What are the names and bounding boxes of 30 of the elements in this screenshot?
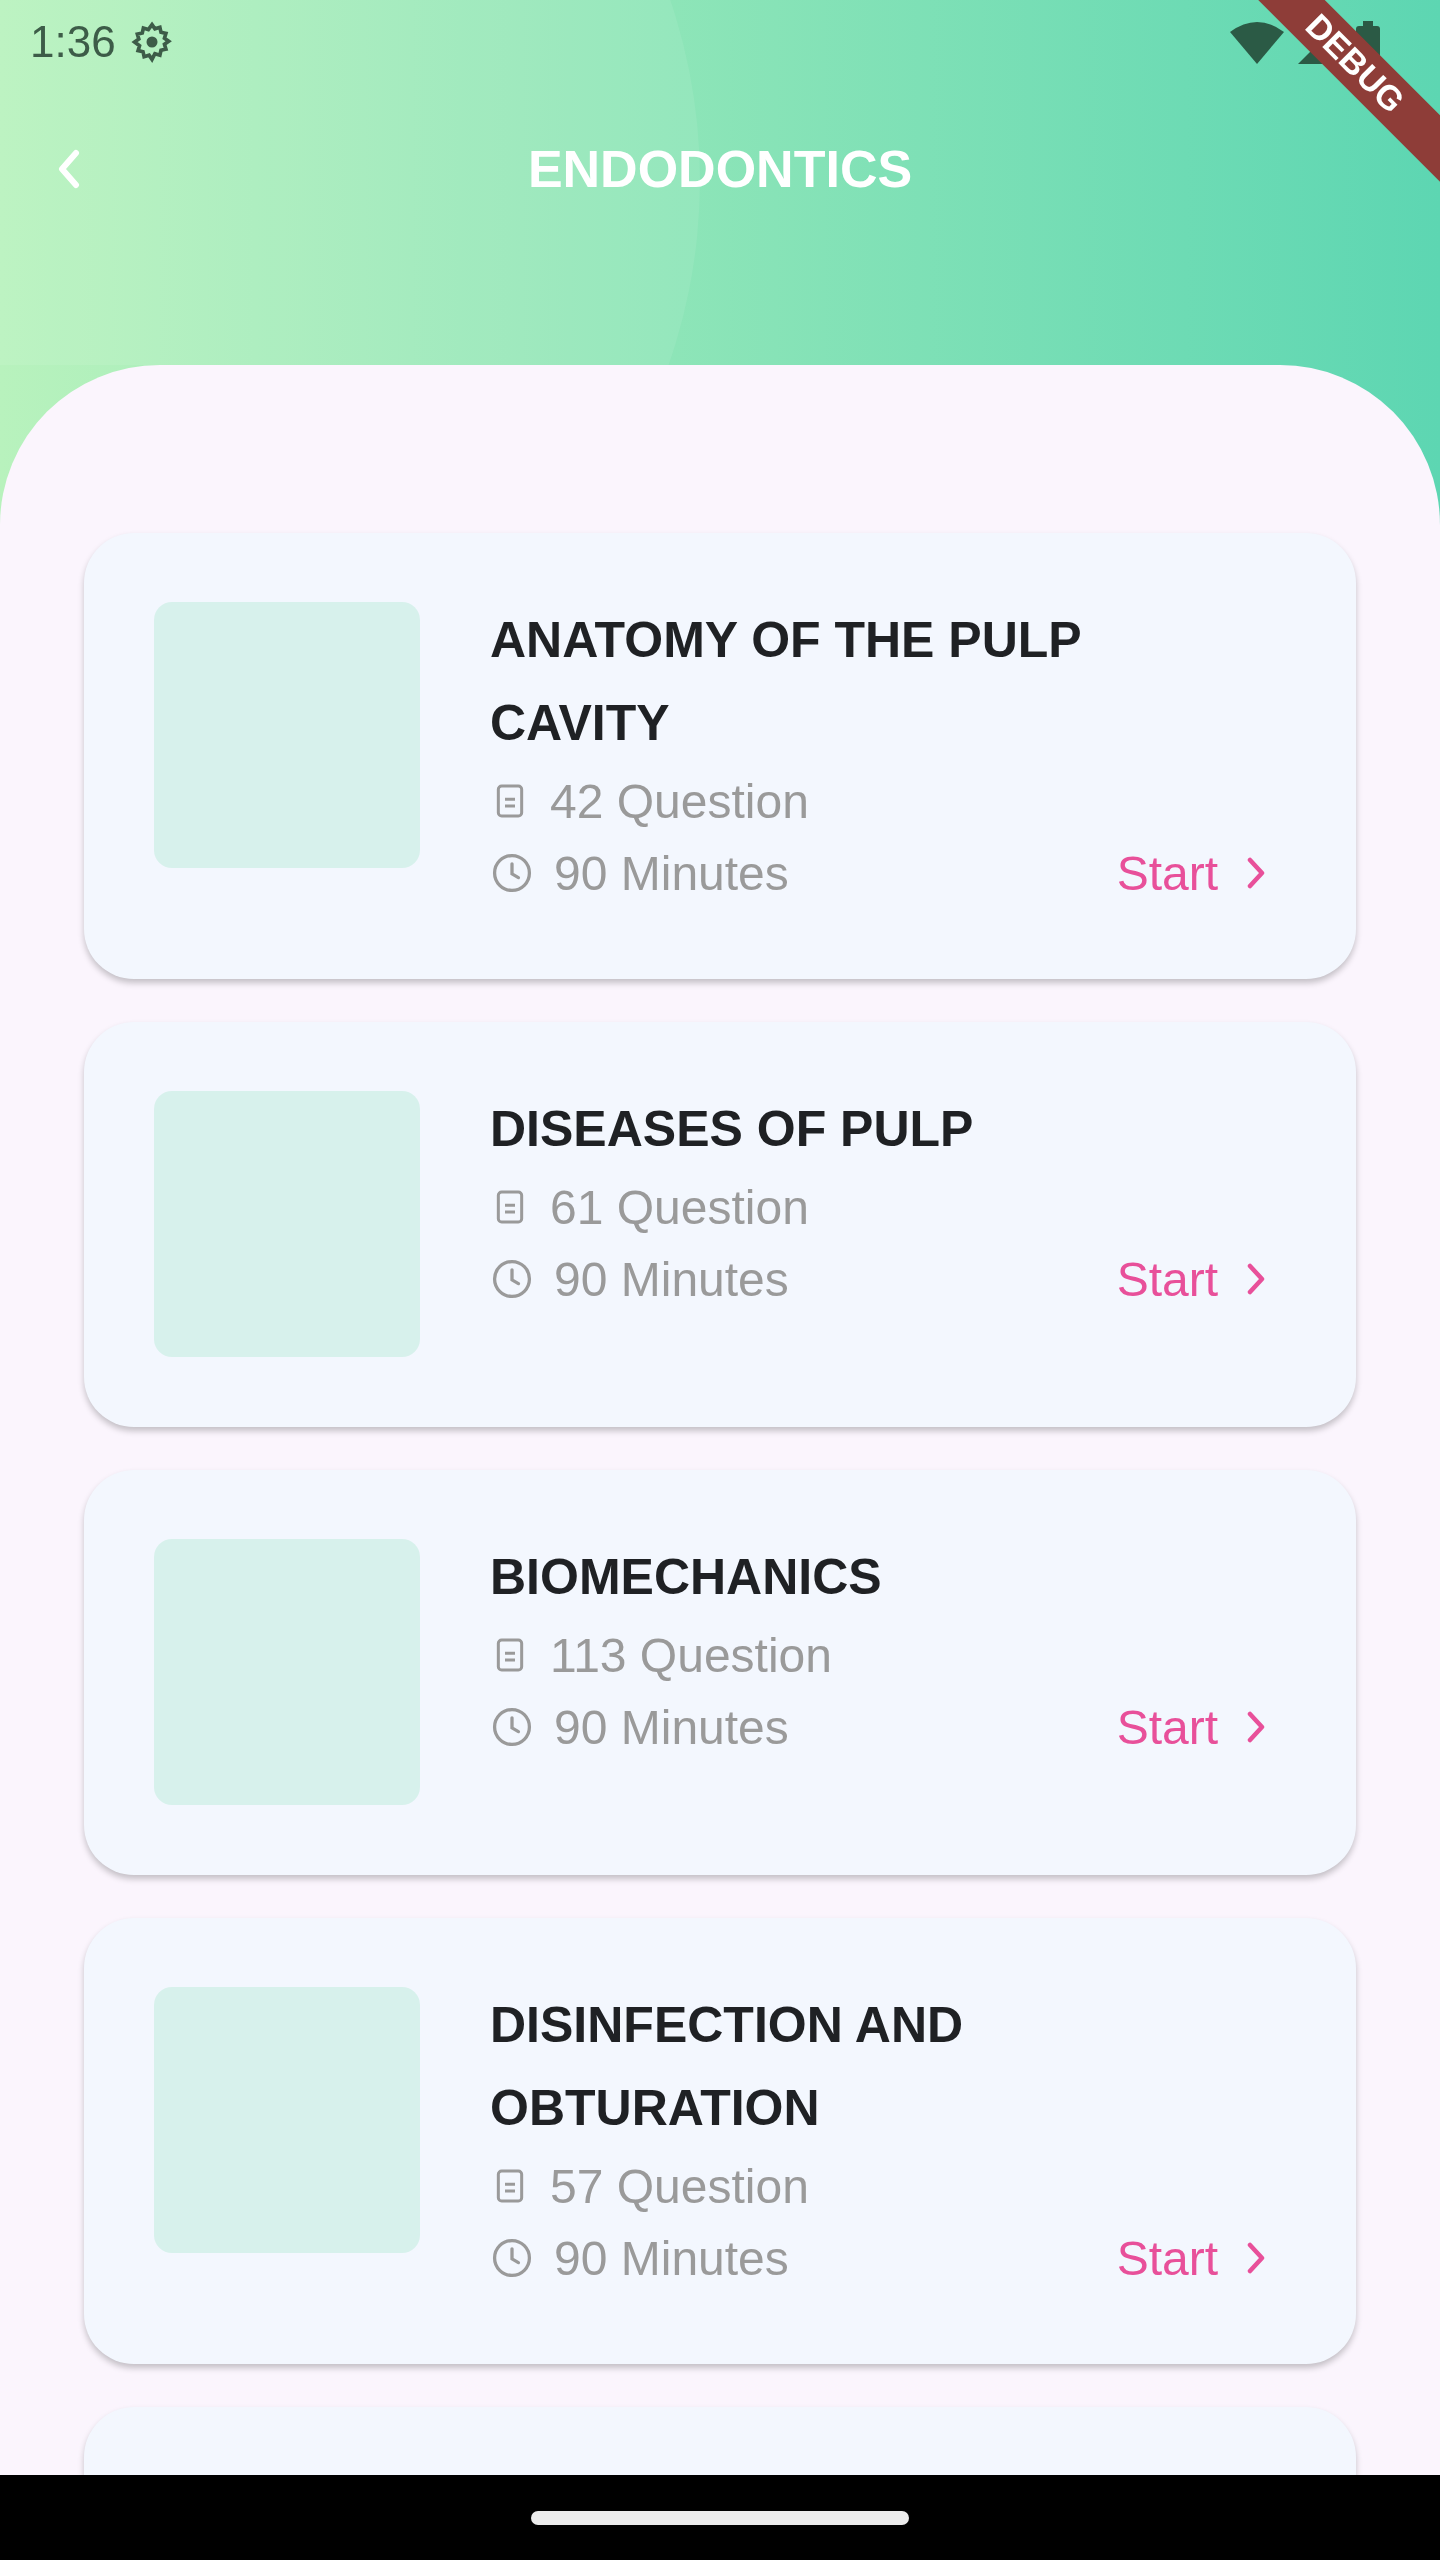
back-icon[interactable]: [56, 149, 80, 189]
settings-icon: [129, 20, 174, 64]
chevron-icon: [1246, 857, 1266, 889]
quiz-card[interactable]: ANATOMY OF THE PULP CAVITY 42 Question 90 Minutes Start: [84, 533, 1356, 979]
clock-icon: [490, 1705, 534, 1749]
question-count: 61 Question: [550, 1179, 809, 1235]
quiz-title: ANATOMY OF THE PULP CAVITY: [490, 611, 1082, 753]
quiz-title: DISEASES OF PULP: [490, 1100, 975, 1159]
duration: 90 Minutes: [554, 1251, 789, 1307]
question-count: 113 Question: [550, 1627, 832, 1683]
wifi-icon: [1230, 20, 1284, 64]
quiz-card[interactable]: DISEASES OF PULP 61 Question 90 Minutes Start: [84, 1022, 1356, 1427]
home-handle[interactable]: [531, 2510, 909, 2525]
clock-icon: [490, 1257, 534, 1301]
status-time: 1:36: [30, 17, 116, 67]
chevron-icon: [1246, 1263, 1266, 1295]
chevron-icon: [1246, 2242, 1266, 2274]
question-count: 57 Question: [550, 2158, 809, 2214]
chevron-icon: [1246, 1711, 1266, 1743]
quiz-card[interactable]: DISINFECTION AND OBTURATION 57 Question 90 Minutes Start: [84, 1918, 1356, 2364]
question-count: 42 Question: [550, 773, 809, 829]
quiz-card[interactable]: BIOMECHANICS 113 Question 90 Minutes Start: [84, 1470, 1356, 1875]
quiz-title: BIOMECHANICS: [490, 1548, 883, 1607]
duration: 90 Minutes: [554, 1699, 789, 1755]
duration: 90 Minutes: [554, 2230, 789, 2286]
duration: 90 Minutes: [554, 845, 789, 901]
clock-icon: [490, 851, 534, 895]
clock-icon: [490, 2236, 534, 2280]
page-title: ENDODONTICS: [527, 139, 913, 199]
quiz-title: DISINFECTION AND OBTURATION: [490, 1996, 965, 2138]
